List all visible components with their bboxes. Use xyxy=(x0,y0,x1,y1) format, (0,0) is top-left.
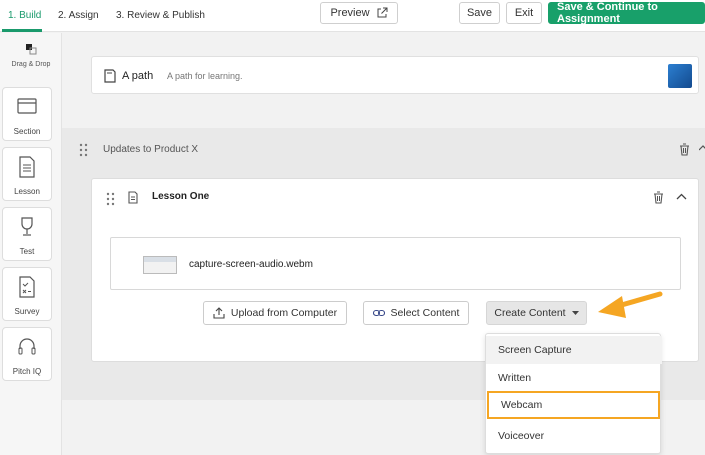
sidebar-tool-pitch-iq[interactable]: Pitch IQ xyxy=(2,327,52,381)
path-thumbnail[interactable] xyxy=(668,64,692,88)
menu-item-voiceover[interactable]: Voiceover xyxy=(486,422,662,450)
document-icon xyxy=(19,156,35,178)
video-thumbnail xyxy=(143,256,177,274)
chevron-up-icon[interactable] xyxy=(676,193,687,201)
exit-button[interactable]: Exit xyxy=(506,2,542,24)
headset-icon xyxy=(18,338,36,355)
create-content-menu: Screen Capture Written Webcam Voiceover xyxy=(485,333,662,454)
survey-icon xyxy=(19,276,35,298)
active-step-indicator xyxy=(2,29,42,32)
link-icon xyxy=(372,309,385,317)
sidebar-tool-label: Test xyxy=(19,247,35,256)
path-title: A path xyxy=(122,70,154,82)
trash-icon[interactable] xyxy=(679,143,690,156)
save-continue-button[interactable]: Save & Continue to Assignment xyxy=(548,1,705,25)
drag-handle-icon[interactable] xyxy=(79,143,89,157)
sidebar-tool-label: Survey xyxy=(14,307,40,316)
upload-icon xyxy=(213,307,225,319)
trash-icon[interactable] xyxy=(653,191,664,204)
sidebar-tool-label: Pitch IQ xyxy=(12,367,42,376)
step-assign-tab[interactable]: 2. Assign xyxy=(58,10,99,21)
sidebar-tool-label: Section xyxy=(13,127,41,136)
media-item-row[interactable]: capture-screen-audio.webm xyxy=(110,237,681,290)
save-button[interactable]: Save xyxy=(459,2,500,24)
create-content-dropdown[interactable]: Create Content xyxy=(486,301,587,325)
create-content-label: Create Content xyxy=(494,307,566,319)
lesson-title[interactable]: Lesson One xyxy=(152,191,209,202)
sidebar-tool-survey[interactable]: Survey xyxy=(2,267,52,321)
sidebar-tool-section[interactable]: Section xyxy=(2,87,52,141)
select-content-button[interactable]: Select Content xyxy=(363,301,469,325)
sidebar-tool-lesson[interactable]: Lesson xyxy=(2,147,52,201)
content-sidebar: Drag & Drop Section Lesson Test Survey P… xyxy=(0,33,62,455)
section-title[interactable]: Updates to Product X xyxy=(103,144,198,155)
path-subtitle: A path for learning. xyxy=(167,71,243,81)
menu-item-written[interactable]: Written xyxy=(486,364,662,392)
step-review-publish-tab[interactable]: 3. Review & Publish xyxy=(116,10,205,21)
step-build-tab[interactable]: 1. Build xyxy=(8,10,41,21)
drag-handle-icon[interactable] xyxy=(106,192,116,206)
drag-drop-label: Drag & Drop xyxy=(11,61,51,68)
top-bar: 1. Build 2. Assign 3. Review & Publish P… xyxy=(0,0,705,32)
preview-label: Preview xyxy=(330,7,370,19)
trophy-icon xyxy=(21,217,33,236)
path-header-card[interactable]: A path A path for learning. xyxy=(91,56,699,94)
sidebar-tool-test[interactable]: Test xyxy=(2,207,52,261)
section-icon xyxy=(17,98,37,114)
pointer-arrow-icon xyxy=(598,291,663,318)
sidebar-tool-label: Lesson xyxy=(14,187,40,196)
menu-item-screen-capture[interactable]: Screen Capture xyxy=(486,336,662,364)
media-file-name: capture-screen-audio.webm xyxy=(189,259,313,270)
preview-button[interactable]: Preview xyxy=(320,2,398,24)
save-disk-icon xyxy=(104,69,116,83)
select-content-label: Select Content xyxy=(390,307,460,319)
drag-drop-hint: Drag & Drop xyxy=(0,43,62,68)
upload-from-computer-button[interactable]: Upload from Computer xyxy=(203,301,347,325)
document-icon xyxy=(128,191,138,204)
menu-item-webcam[interactable]: Webcam xyxy=(487,391,660,419)
caret-down-icon xyxy=(571,310,579,315)
chevron-up-icon[interactable] xyxy=(699,144,705,154)
upload-label: Upload from Computer xyxy=(230,307,338,319)
external-link-icon xyxy=(377,7,388,18)
drag-drop-icon xyxy=(26,44,37,55)
